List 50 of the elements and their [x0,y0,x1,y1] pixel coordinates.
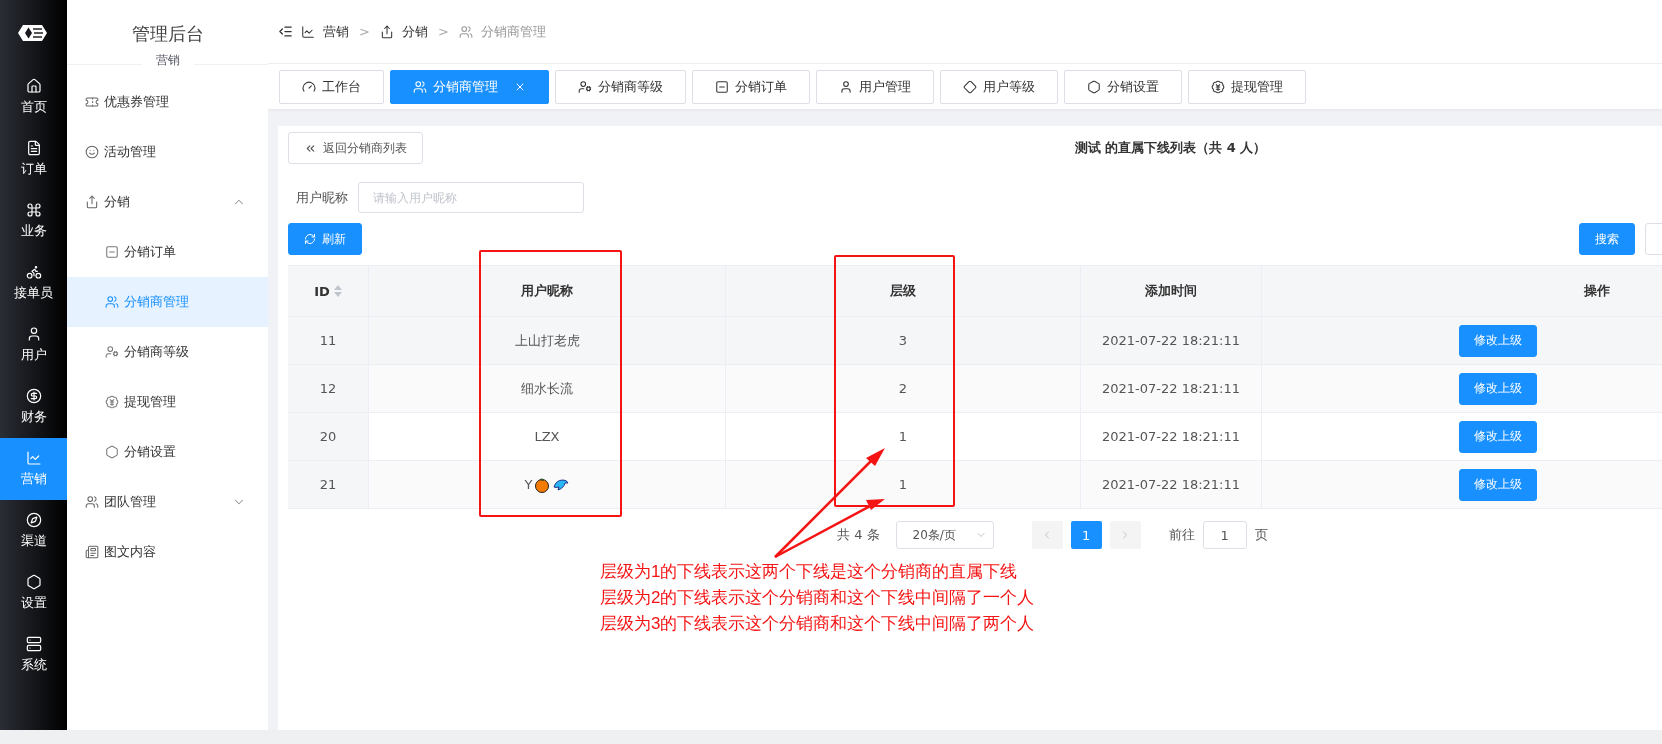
breadcrumb-separator: > [359,24,370,39]
breadcrumb-separator: > [437,24,449,39]
column-header: 添加时间 [1081,266,1262,316]
table-cell: 2021-07-22 18:21:11 [1081,461,1262,508]
table-cell: Y [369,461,726,508]
tab[interactable]: 用户管理 [816,69,934,104]
goto-label: 前往 [1168,526,1195,544]
column-header[interactable]: ID [288,266,369,316]
tab[interactable]: 分销订单 [692,69,810,104]
table-cell: 2 [726,365,1081,412]
breadcrumb-item[interactable]: 分销 [401,22,428,41]
column-header: 操作 [1262,266,1662,316]
tab[interactable]: 分销商等级 [555,69,686,104]
list-title: 测试 的直属下线列表（共 4 人） [1073,139,1268,157]
table-cell: 3 [726,317,1081,364]
rail-item[interactable]: 财务 [0,376,67,438]
table-cell: LZX [369,413,726,460]
rail-item[interactable]: 业务 [0,190,67,252]
nickname-input[interactable]: 请输入用户昵称 [358,182,584,213]
filter-label: 用户昵称 [295,188,349,207]
rail-item[interactable]: 订单 [0,128,67,190]
rail-item[interactable]: 系统 [0,624,67,686]
goto-input[interactable]: 1 [1202,521,1247,549]
rail-item[interactable]: 接单员 [0,252,67,314]
goto-suffix: 页 [1254,526,1268,544]
tab[interactable]: 提现管理 [1188,69,1306,104]
table-cell: 12 [288,365,369,412]
table-cell: 2021-07-22 18:21:11 [1081,413,1262,460]
table-cell: 2021-07-22 18:21:11 [1081,317,1262,364]
rail-item[interactable]: 用户 [0,314,67,376]
tab[interactable]: 工作台 [279,69,384,104]
sidebar-title: 管理后台 [130,22,205,46]
table-cell: 2021-07-22 18:21:11 [1081,365,1262,412]
back-button[interactable]: 返回分销商列表 [288,132,423,164]
table-cell: 细水长流 [369,365,726,412]
table-cell: 上山打老虎 [369,317,726,364]
breadcrumb-item[interactable]: 营销 [323,22,349,41]
annotation-text: 层级为1的下线表示这两个下线是这个分销商的直属下线 层级为2的下线表示这个分销商和这个下线中间隔了一个人 层级为3的下线表示这个分销商和这个下线中间隔了两个人 [600,561,1035,635]
total-count: 共 4 条 [837,526,880,544]
column-header: 层级 [726,266,1081,316]
column-header: 用户昵称 [369,266,726,316]
table-cell: 20 [288,413,369,460]
tab[interactable]: 用户等级 [940,69,1058,104]
table-cell: 21 [288,461,369,508]
page-size-select[interactable]: 20条/页 [895,521,994,549]
rail-item[interactable]: 设置 [0,562,67,624]
rail-item[interactable]: 首页 [0,66,67,128]
tab[interactable]: 分销设置 [1064,69,1182,104]
breadcrumb-item: 分销商管理 [480,22,546,41]
rail-item[interactable]: 渠道 [0,500,67,562]
